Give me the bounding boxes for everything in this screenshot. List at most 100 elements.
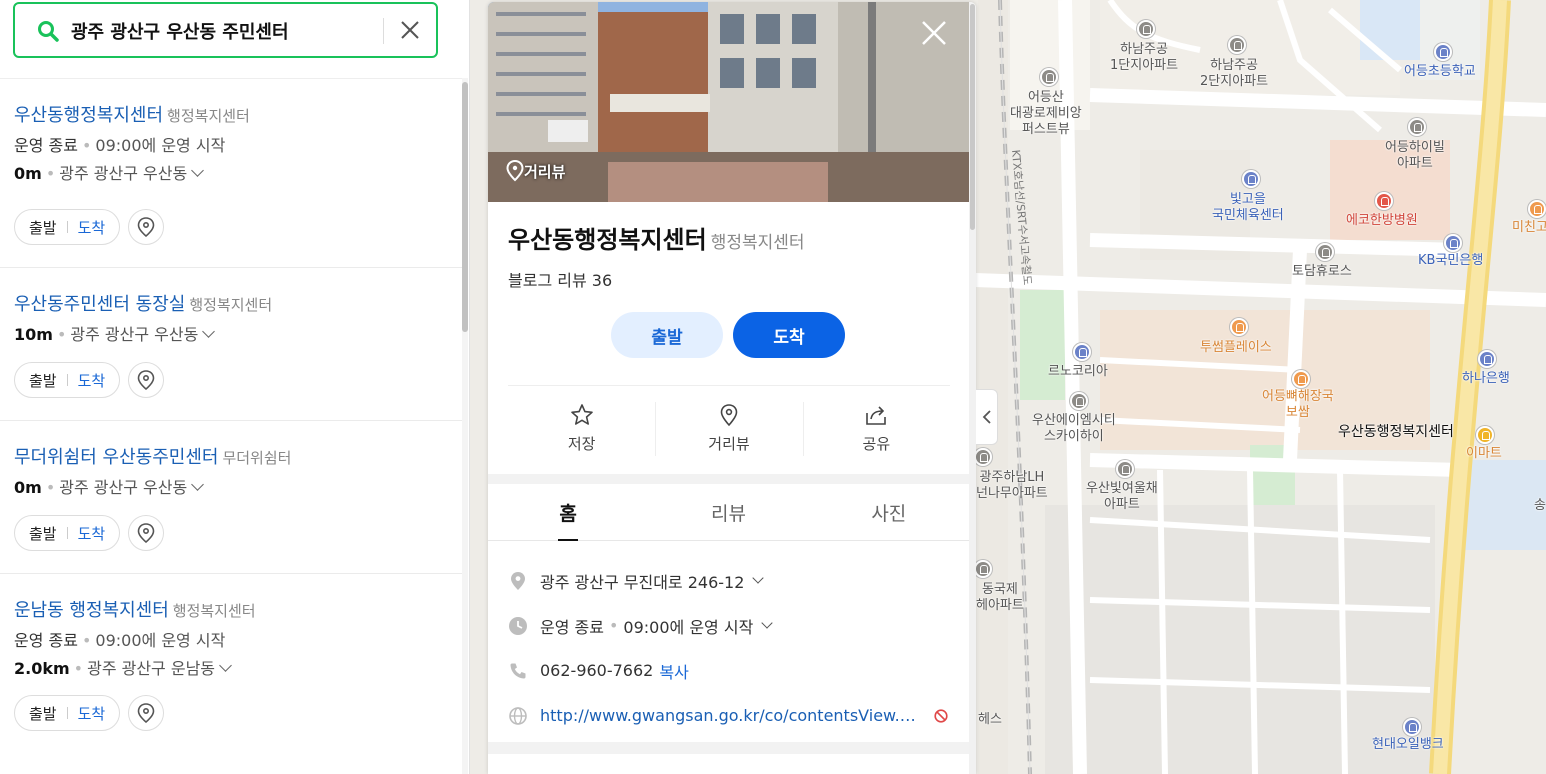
scrollbar-thumb[interactable] <box>462 82 468 332</box>
bank-icon[interactable] <box>1444 234 1462 252</box>
arrive-button[interactable]: 도착 <box>78 217 106 238</box>
map-label-dongguk: 동국제 헤아파트 <box>976 582 1024 613</box>
map-label-hes: 헤스 <box>978 712 1002 727</box>
car-dealer-icon[interactable] <box>1073 343 1091 361</box>
phone-number[interactable]: 062-960-7662 <box>540 661 653 680</box>
street-view-button[interactable] <box>128 515 165 551</box>
search-icon[interactable] <box>37 20 59 42</box>
depart-button[interactable]: 출발 <box>29 703 57 724</box>
street-view-label: 거리뷰 <box>524 162 566 181</box>
copy-phone-button[interactable]: 복사 <box>659 659 688 683</box>
result-address: 광주 광산구 우산동 <box>59 478 188 497</box>
depart-button[interactable]: 출발 <box>29 217 57 238</box>
apartment-icon[interactable] <box>1116 460 1134 478</box>
location-pin-icon <box>137 370 155 390</box>
search-results-list: 우산동행정복지센터 행정복지센터 운영 종료 • 09:00에 운영 시작 0m • 광주… <box>0 78 462 756</box>
apartment-icon[interactable] <box>1408 118 1426 136</box>
tab-home[interactable]: 홈 <box>488 484 648 541</box>
depart-button[interactable]: 출발 <box>611 312 723 358</box>
chevron-down-icon[interactable] <box>752 571 765 584</box>
phone-row: 062-960-7662 복사 <box>508 648 948 693</box>
apartment-icon[interactable] <box>1040 68 1058 86</box>
result-distance: 10m <box>14 325 53 344</box>
website-row: http://www.gwangsan.go.kr/co/contentsVie… <box>508 693 948 738</box>
place-category: 행정복지센터 <box>710 233 805 253</box>
detail-scrollbar[interactable] <box>969 2 976 774</box>
gas-station-icon[interactable] <box>1403 718 1421 736</box>
clear-search-icon[interactable] <box>399 19 421 41</box>
share-button[interactable]: 공유 <box>802 386 950 471</box>
share-icon <box>866 406 887 425</box>
arrive-button[interactable]: 도착 <box>78 703 106 724</box>
map-label-song: 송 <box>1534 498 1546 513</box>
chevron-down-icon[interactable] <box>191 478 205 491</box>
collapse-panel-button[interactable] <box>976 389 998 445</box>
depart-button[interactable]: 출발 <box>29 370 57 391</box>
results-scrollbar[interactable] <box>462 78 468 774</box>
result-title[interactable]: 운남동 행정복지센터 <box>14 600 169 621</box>
result-title[interactable]: 무더위쉼터 우산동주민센터 <box>14 447 218 468</box>
search-result-item[interactable]: 무더위쉼터 우산동주민센터 무더위쉼터 0m • 광주 광산구 우산동 출발 도착 <box>0 420 462 573</box>
map-label-emart: 이마트 <box>1466 446 1502 461</box>
arrive-button[interactable]: 도착 <box>78 370 106 391</box>
depart-button[interactable]: 출발 <box>29 523 57 544</box>
result-title[interactable]: 우산동행정복지센터 <box>14 105 163 126</box>
hours-row[interactable]: 운영 종료 • 09:00에 운영 시작 <box>508 603 948 648</box>
cafe-icon[interactable] <box>1230 318 1248 336</box>
chevron-left-icon <box>982 410 991 424</box>
apartment-icon[interactable] <box>1316 243 1334 261</box>
map-label-hana: 하나은행 <box>1462 371 1510 386</box>
tab-photos[interactable]: 사진 <box>809 484 969 540</box>
restaurant-icon[interactable] <box>1528 200 1546 218</box>
bank-icon[interactable] <box>1478 350 1496 368</box>
search-box[interactable] <box>13 2 438 58</box>
section-divider <box>488 474 969 484</box>
place-photo[interactable]: 거리뷰 <box>488 2 969 202</box>
chevron-down-icon[interactable] <box>761 616 773 629</box>
tab-reviews[interactable]: 리뷰 <box>648 484 808 540</box>
apartment-icon[interactable] <box>1137 20 1155 38</box>
street-view-badge[interactable]: 거리뷰 <box>506 160 565 182</box>
map-label-eodeungsan: 어등산 대광로제비앙 퍼스트뷰 <box>1010 90 1082 137</box>
save-button[interactable]: 저장 <box>508 386 655 471</box>
apartment-icon[interactable] <box>1228 36 1246 54</box>
apartment-icon[interactable] <box>974 448 992 466</box>
stadium-icon[interactable] <box>1242 170 1260 188</box>
phone-icon <box>510 663 526 678</box>
street-view-button[interactable]: 거리뷰 <box>655 386 802 471</box>
hospital-icon[interactable] <box>1375 192 1393 210</box>
result-status: 운영 종료 <box>14 136 78 155</box>
website-link[interactable]: http://www.gwangsan.go.kr/co/contentsVie… <box>540 706 924 725</box>
map-label-sports: 빛고을 국민체육센터 <box>1212 192 1284 223</box>
street-view-button[interactable] <box>128 209 165 245</box>
result-hours: 09:00에 운영 시작 <box>95 136 226 155</box>
chevron-down-icon[interactable] <box>202 325 216 338</box>
rail-label: KTX호남선/SRT수서고속철도 <box>1009 149 1034 286</box>
apartment-icon[interactable] <box>1070 392 1088 410</box>
result-category: 행정복지센터 <box>167 107 250 125</box>
search-result-item[interactable]: 우산동행정복지센터 행정복지센터 운영 종료 • 09:00에 운영 시작 0m • 광주… <box>0 78 462 267</box>
route-pill: 출발 도착 <box>14 515 121 551</box>
scrollbar-thumb[interactable] <box>970 4 975 230</box>
arrive-button[interactable]: 도착 <box>78 523 106 544</box>
search-result-item[interactable]: 우산동주민센터 동장실 행정복지센터 10m • 광주 광산구 우산동 출발 도착 <box>0 267 462 420</box>
result-title[interactable]: 우산동주민센터 동장실 <box>14 294 185 315</box>
apartment-icon[interactable] <box>974 560 992 578</box>
street-view-button[interactable] <box>128 362 165 398</box>
search-divider <box>383 18 384 44</box>
street-view-button[interactable] <box>128 695 165 731</box>
school-icon[interactable] <box>1434 43 1452 61</box>
address-row[interactable]: 광주 광산구 무진대로 246-12 <box>508 558 948 603</box>
arrive-button[interactable]: 도착 <box>733 312 845 358</box>
search-result-item[interactable]: 운남동 행정복지센터 행정복지센터 운영 종료 • 09:00에 운영 시작 2.0k… <box>0 573 462 756</box>
close-icon[interactable] <box>921 20 947 46</box>
chevron-down-icon[interactable] <box>191 164 205 177</box>
map-label-hanam1: 하남주공 1단지아파트 <box>1110 42 1179 73</box>
blog-review-count[interactable]: 블로그 리뷰 36 <box>508 267 948 291</box>
restaurant-icon[interactable] <box>1292 370 1310 388</box>
map-label-hospital: 에코한방병원 <box>1346 213 1418 228</box>
search-input[interactable] <box>71 18 371 44</box>
chevron-down-icon[interactable] <box>219 659 232 672</box>
mart-icon[interactable] <box>1476 426 1494 444</box>
map-label-hyundai: 현대오일뱅크 <box>1372 737 1444 752</box>
